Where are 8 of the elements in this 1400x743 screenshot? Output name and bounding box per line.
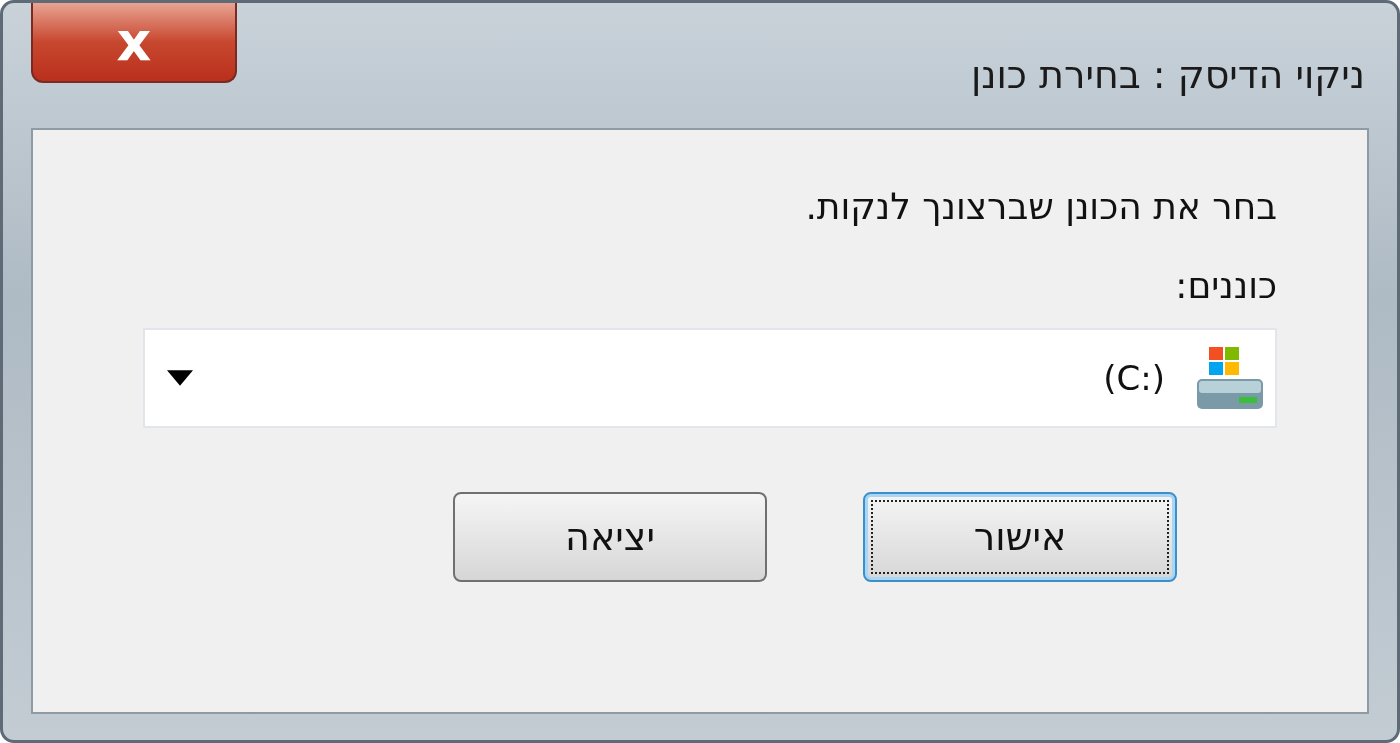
dialog-button[interactable]: אישור	[863, 492, 1177, 582]
caret-icon	[167, 370, 193, 386]
close-button[interactable]: x	[31, 3, 237, 83]
prompt-text: בחר את הכונן שברצונך לנקות.	[804, 186, 1277, 227]
window-title: ניקוי הדיסק : בחירת כונן	[970, 53, 1365, 97]
dialog-button[interactable]: יציאה	[453, 492, 767, 582]
drives-label: כוננים:	[1174, 265, 1277, 306]
drive-dropdown[interactable]: (C:)	[143, 328, 1277, 428]
